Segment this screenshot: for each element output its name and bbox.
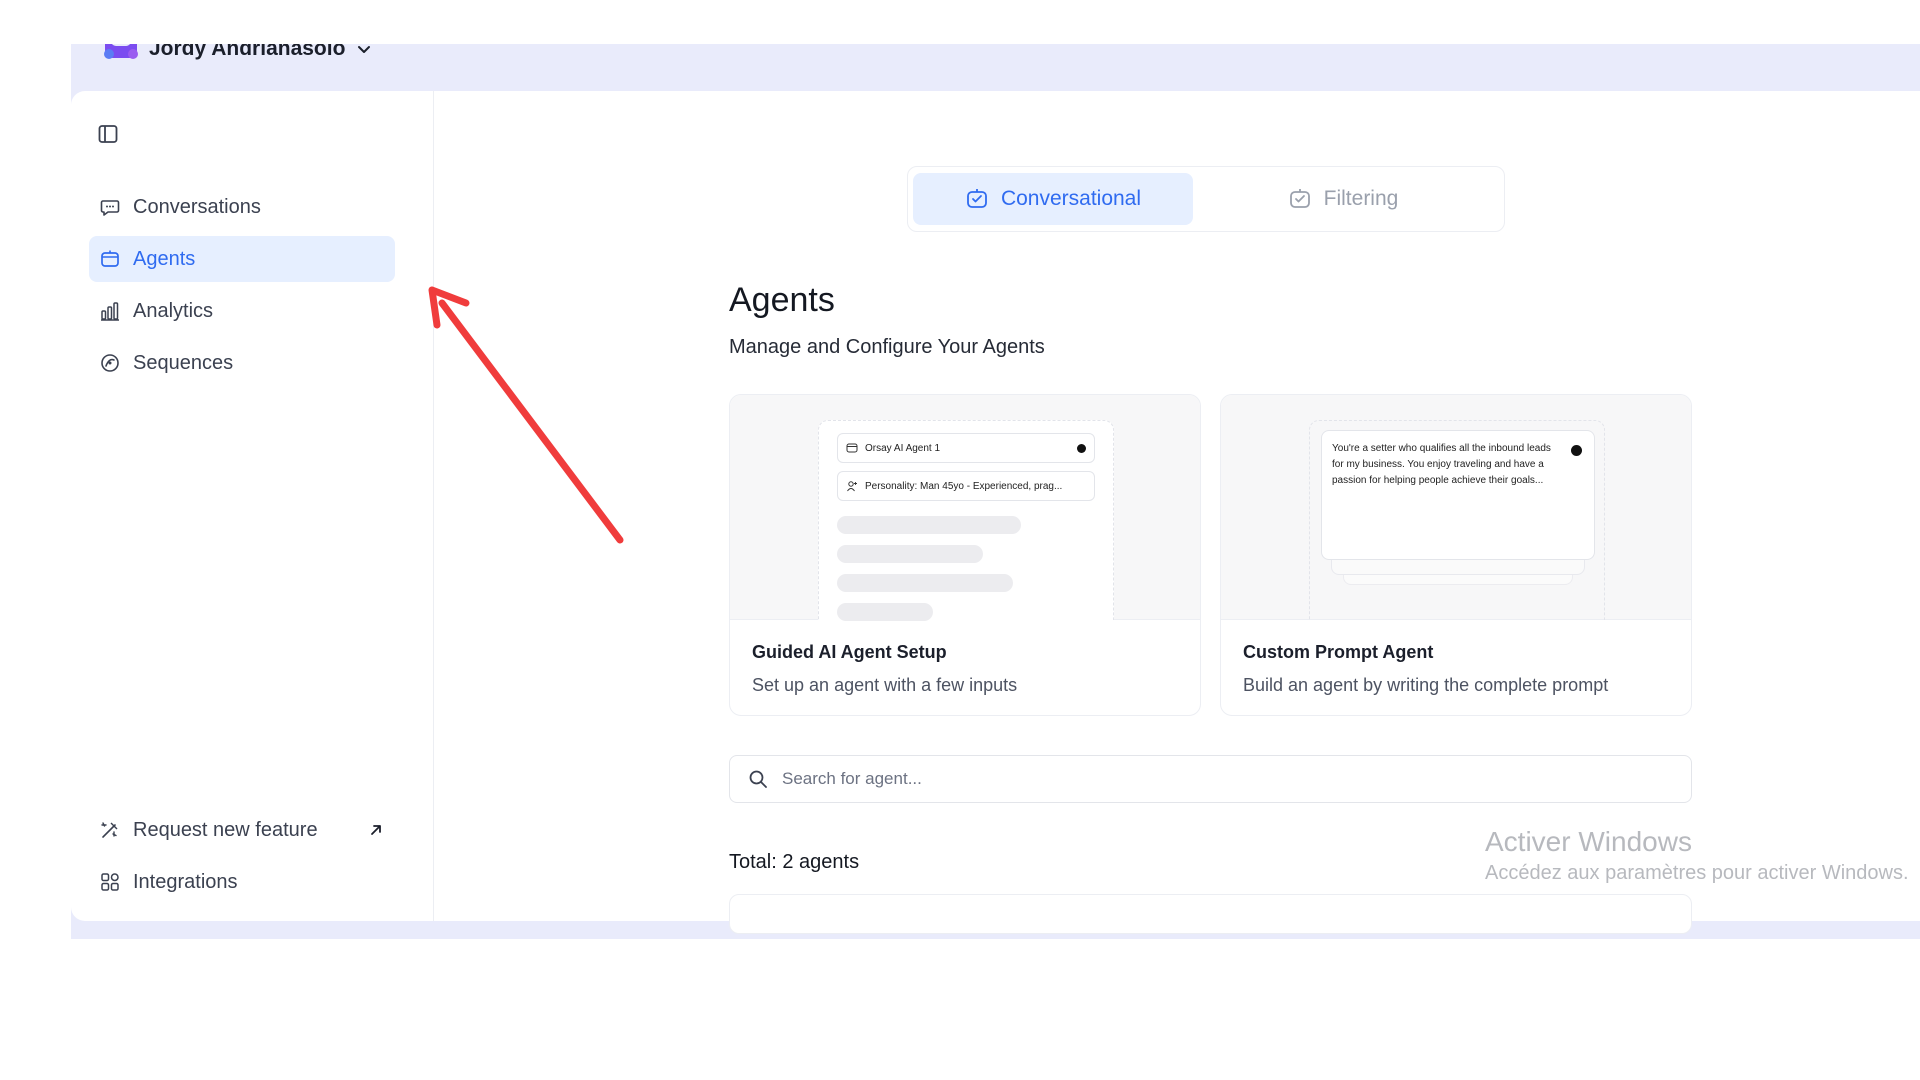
sidebar-item-label: Analytics [133, 299, 214, 322]
dot-icon [1571, 445, 1582, 456]
sidebar-item-label: Conversations [133, 195, 261, 218]
page-title: Agents [729, 281, 835, 319]
windows-activation-watermark: Activer Windows Accédez aux paramètres p… [1485, 826, 1909, 885]
card-description: Build an agent by writing the complete p… [1243, 675, 1609, 695]
skeleton-line [837, 516, 1021, 534]
sidebar-item-label: Sequences [133, 351, 234, 374]
main-content: Conversational Filtering Agents Manage a… [434, 91, 1920, 934]
sidebar-nav: Conversations Agents Analytics Sequences [89, 184, 395, 392]
card-preview: Orsay AI Agent 1 Personality: Man 45yo -… [730, 395, 1200, 621]
agent-icon [101, 250, 119, 267]
page-subtitle: Manage and Configure Your Agents [729, 336, 1045, 358]
user-menu[interactable]: Jordy Andrianasolo [103, 44, 373, 64]
preview-personality: Personality: Man 45yo - Experienced, pra… [865, 480, 1063, 492]
custom-prompt-card[interactable]: You're a setter who qualifies all the in… [1220, 394, 1692, 716]
card-description: Set up an agent with a few inputs [752, 675, 1018, 695]
agent-icon [846, 443, 858, 453]
robot-icon [967, 189, 987, 208]
sidebar-item-agents[interactable]: Agents [89, 236, 395, 282]
preview-personality-field: Personality: Man 45yo - Experienced, pra… [837, 471, 1095, 501]
chat-icon [100, 200, 120, 216]
card-body: Custom Prompt Agent Build an agent by wr… [1221, 620, 1691, 715]
tab-filtering[interactable]: Filtering [1203, 173, 1483, 225]
sidebar-item-analytics[interactable]: Analytics [89, 288, 395, 334]
sidebar-item-conversations[interactable]: Conversations [89, 184, 395, 230]
card-title: Custom Prompt Agent [1243, 642, 1434, 662]
tab-label: Conversational [1000, 187, 1142, 210]
top-bar: Jordy Andrianasolo [71, 44, 1920, 91]
chevron-down-icon[interactable] [355, 44, 373, 58]
preview-prompt-text: You're a setter who qualifies all the in… [1332, 443, 1551, 486]
card-title: Guided AI Agent Setup [752, 642, 947, 662]
preview-prompt-box: You're a setter who qualifies all the in… [1321, 430, 1595, 560]
tab-conversational[interactable]: Conversational [913, 173, 1193, 225]
agent-search [729, 755, 1692, 803]
card-preview: You're a setter who qualifies all the in… [1221, 395, 1691, 620]
robot-icon [1289, 189, 1310, 208]
arrow-up-right-icon [371, 825, 381, 835]
app-frame: Jordy Andrianasolo Conversations Agents … [71, 44, 1920, 939]
avatar-icon [103, 44, 139, 64]
preview-agent-name: Orsay AI Agent 1 [865, 442, 941, 454]
sidebar-item-request-feature[interactable]: Request new feature [89, 807, 395, 853]
sidebar-item-sequences[interactable]: Sequences [89, 340, 395, 386]
skeleton-line [837, 574, 1013, 592]
preview-panel: Orsay AI Agent 1 Personality: Man 45yo -… [818, 420, 1114, 621]
sequence-icon [101, 354, 119, 372]
sidebar-item-label: Integrations [133, 870, 238, 893]
user-name: Jordy Andrianasolo [149, 44, 346, 60]
user-plus-icon [847, 481, 857, 492]
card-body: Guided AI Agent Setup Set up an agent wi… [730, 620, 1200, 715]
tab-label: Filtering [1323, 187, 1399, 210]
bar-chart-icon [101, 302, 119, 321]
skeleton-line [837, 545, 983, 563]
watermark-subtitle: Accédez aux paramètres pour activer Wind… [1485, 862, 1909, 884]
sidebar-item-label: Request new feature [133, 818, 318, 841]
watermark-title: Activer Windows [1485, 826, 1692, 857]
agent-list-row[interactable] [729, 894, 1692, 934]
agent-type-tabs: Conversational Filtering [907, 166, 1505, 232]
search-input[interactable] [780, 768, 1660, 790]
sidebar-item-integrations[interactable]: Integrations [89, 859, 395, 905]
search-icon [749, 770, 767, 788]
sidebar-bottom: Request new feature Integrations [89, 807, 395, 911]
main-panel: Conversations Agents Analytics Sequences… [71, 91, 1920, 934]
dot-icon [1077, 443, 1086, 453]
sidebar-item-label: Agents [133, 247, 196, 270]
skeleton-line [837, 603, 933, 621]
magic-wand-icon [101, 822, 118, 838]
guided-agent-card[interactable]: Orsay AI Agent 1 Personality: Man 45yo -… [729, 394, 1201, 716]
preview-agent-field: Orsay AI Agent 1 [837, 433, 1095, 463]
sidebar-toggle-icon[interactable] [97, 123, 119, 145]
agent-total: Total: 2 agents [729, 851, 860, 873]
grid-icon [101, 873, 119, 891]
sidebar: Conversations Agents Analytics Sequences… [71, 91, 434, 921]
